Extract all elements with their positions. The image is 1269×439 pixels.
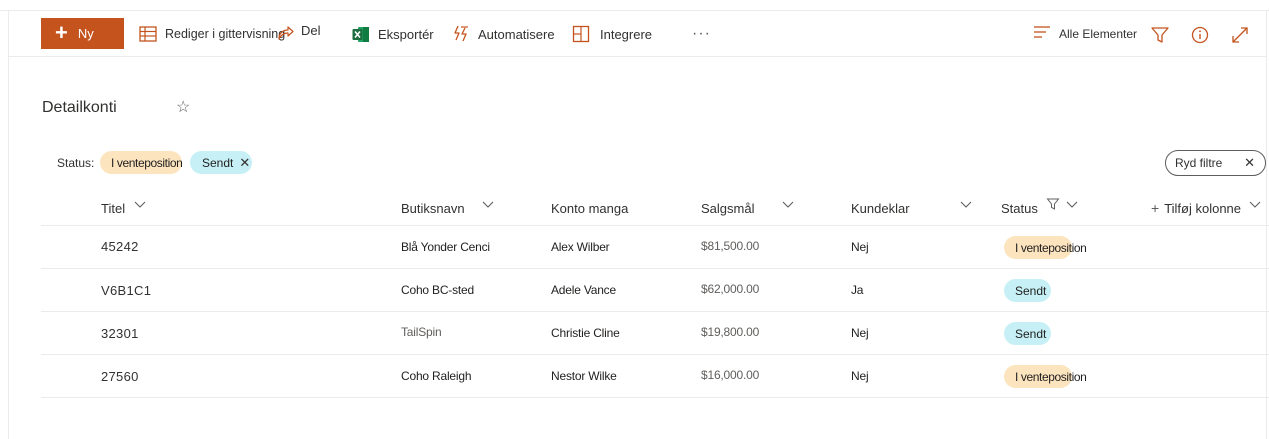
integrate-icon	[572, 25, 590, 43]
column-header-store-label: Butiksnavn	[401, 200, 465, 216]
column-header-status-label: Status	[1001, 200, 1038, 216]
column-header-account[interactable]: Konto manga	[551, 199, 628, 217]
column-header-complaint-label: Kundeklar	[851, 200, 910, 216]
export-label: Eksportér	[378, 26, 434, 42]
column-header-title[interactable]: Titel	[101, 199, 125, 217]
add-column-button[interactable]: + Tilføj kolonne	[1151, 199, 1241, 217]
row-store: Coho BC-sted	[401, 283, 474, 297]
column-header-status[interactable]: Status	[1001, 199, 1038, 217]
row-store: Coho Raleigh	[401, 369, 472, 383]
status-badge: I venteposition	[1004, 365, 1087, 388]
column-header-sales-goal-label: Salgsmål	[701, 200, 755, 216]
status-badge: I venteposition	[1004, 236, 1087, 259]
more-icon[interactable]: ···	[692, 25, 711, 43]
status-badge: Sendt	[1004, 322, 1051, 345]
filter-icon[interactable]	[1150, 25, 1170, 45]
row-account: Alex Wilber	[551, 240, 610, 254]
clear-filters-button[interactable]: Ryd filtre ✕	[1165, 150, 1266, 176]
new-button-label: Ny	[77, 26, 94, 41]
star-icon[interactable]: ☆	[176, 97, 190, 117]
row-complaint: Nej	[851, 240, 869, 254]
automate-button[interactable]: Automatisere	[452, 23, 555, 45]
row-sales-goal: $19,800.00	[701, 325, 760, 339]
table-row[interactable]: 27560 Coho Raleigh Nestor Wilke $16,000.…	[41, 355, 1269, 398]
column-header-account-label: Konto manga	[551, 200, 629, 216]
plus-icon: +	[1151, 200, 1160, 216]
filter-icon[interactable]	[1046, 197, 1060, 211]
row-sales-goal: $16,000.00	[701, 368, 760, 382]
integrate-label: Integrere	[600, 26, 653, 42]
share-button[interactable]: Del	[277, 21, 321, 43]
row-account: Adele Vance	[551, 283, 616, 297]
table-row[interactable]: V6B1C1 Coho BC-sted Adele Vance $62,000.…	[41, 269, 1269, 312]
edit-grid-view-button[interactable]: Rediger i gittervisning	[139, 23, 285, 45]
table-row[interactable]: 45242 Blå Yonder Cenci Alex Wilber $81,5…	[41, 226, 1269, 269]
info-icon[interactable]	[1190, 25, 1210, 45]
filter-pill-sent[interactable]: Sendt ✕	[190, 151, 252, 174]
grid-edit-icon	[139, 26, 157, 42]
left-border	[8, 10, 9, 439]
close-icon[interactable]: ✕	[239, 155, 250, 171]
row-title[interactable]: 27560	[101, 369, 139, 384]
page-title: Detailkonti	[42, 99, 117, 116]
row-account: Christie Cline	[551, 326, 620, 340]
row-sales-goal: $62,000.00	[701, 282, 760, 296]
status-filter-label: Status:	[57, 156, 95, 170]
export-button[interactable]: Eksportér	[352, 23, 434, 45]
row-title[interactable]: 45242	[101, 239, 139, 254]
chevron-down-icon[interactable]	[1065, 197, 1079, 211]
row-complaint: Nej	[851, 326, 869, 340]
chevron-down-icon[interactable]	[781, 197, 795, 211]
expand-icon[interactable]	[1230, 25, 1250, 45]
automate-icon	[452, 25, 470, 43]
row-complaint: Ja	[851, 283, 864, 297]
chevron-down-icon[interactable]	[481, 197, 495, 211]
row-complaint: Nej	[851, 369, 869, 383]
column-header-complaint[interactable]: Kundeklar	[851, 199, 910, 217]
add-column-label: Tilføj kolonne	[1164, 200, 1242, 216]
filter-pill-sent-label: Sendt	[202, 155, 234, 170]
chevron-down-icon[interactable]	[959, 197, 973, 211]
chevron-down-icon[interactable]	[1248, 197, 1262, 211]
chevron-down-icon[interactable]	[133, 197, 147, 211]
row-title[interactable]: V6B1C1	[101, 283, 151, 298]
filter-pill-pending[interactable]: I venteposition	[100, 151, 183, 174]
row-sales-goal: $81,500.00	[701, 239, 760, 253]
column-header-sales-goal[interactable]: Salgsmål	[701, 199, 754, 217]
close-icon[interactable]: ✕	[1244, 155, 1255, 171]
column-header-store[interactable]: Butiksnavn	[401, 199, 465, 217]
filter-pill-pending-label: I venteposition	[111, 155, 183, 170]
table-row[interactable]: 32301 TailSpin Christie Cline $19,800.00…	[41, 312, 1269, 355]
status-badge: Sendt	[1004, 279, 1051, 302]
edit-grid-view-label: Rediger i gittervisning	[165, 27, 286, 41]
plus-icon: +	[55, 19, 68, 45]
excel-icon	[352, 26, 370, 43]
row-store: TailSpin	[401, 325, 442, 339]
integrate-button[interactable]: Integrere	[572, 23, 652, 45]
view-lines-icon	[1033, 25, 1051, 42]
command-bar: + Ny Rediger i gittervisning Del Eksport…	[9, 11, 1266, 57]
column-header-title-label: Titel	[101, 200, 126, 216]
share-label: Del	[301, 22, 321, 38]
new-button[interactable]: + Ny	[41, 18, 124, 49]
row-store: Blå Yonder Cenci	[401, 240, 490, 254]
view-selector[interactable]: Alle Elementer	[1033, 25, 1137, 42]
row-title[interactable]: 32301	[101, 326, 139, 341]
clear-filters-label: Ryd filtre	[1175, 156, 1223, 170]
row-account: Nestor Wilke	[551, 369, 617, 383]
automate-label: Automatisere	[478, 26, 555, 42]
share-icon	[277, 23, 295, 41]
view-selector-label: Alle Elementer	[1059, 26, 1138, 41]
